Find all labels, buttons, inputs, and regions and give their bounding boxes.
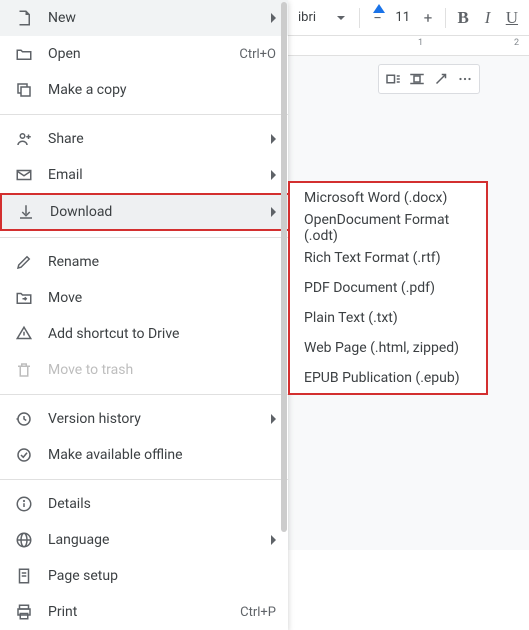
formatting-toolbar: ibri − 11 + B I U — [288, 0, 529, 36]
menu-label: Version history — [48, 411, 263, 427]
toolbar-separator — [445, 8, 446, 28]
trash-icon — [14, 360, 34, 380]
increase-font-button[interactable]: + — [417, 6, 439, 30]
menu-item-page-setup[interactable]: Page setup — [0, 558, 288, 594]
toolbar-separator — [359, 8, 360, 28]
submenu-arrow-icon — [271, 535, 276, 545]
menu-item-new[interactable]: New — [0, 0, 288, 36]
submenu-arrow-icon — [271, 207, 276, 217]
menu-item-add-shortcut[interactable]: Add shortcut to Drive — [0, 316, 288, 352]
menu-label: New — [48, 10, 263, 26]
menu-label: Page setup — [48, 568, 276, 584]
submenu-item-epub[interactable]: EPUB Publication (.epub) — [290, 363, 486, 393]
pencil-icon — [14, 252, 34, 272]
drive-shortcut-icon — [14, 324, 34, 344]
submenu-arrow-icon — [271, 170, 276, 180]
menu-item-download[interactable]: Download — [0, 193, 288, 231]
folder-open-icon — [14, 44, 34, 64]
submenu-label: Microsoft Word (.docx) — [304, 190, 447, 206]
image-options-toolbar — [378, 64, 480, 94]
submenu-item-html[interactable]: Web Page (.html, zipped) — [290, 333, 486, 363]
menu-item-details[interactable]: Details — [0, 486, 288, 522]
menu-item-open[interactable]: Open Ctrl+O — [0, 36, 288, 72]
submenu-label: OpenDocument Format (.odt) — [304, 212, 472, 244]
submenu-label: EPUB Publication (.epub) — [304, 370, 460, 386]
submenu-item-odt[interactable]: OpenDocument Format (.odt) — [290, 213, 486, 243]
menu-label: Add shortcut to Drive — [48, 326, 276, 342]
document-icon — [14, 8, 34, 28]
bold-button[interactable]: B — [452, 6, 474, 30]
submenu-label: Rich Text Format (.rtf) — [304, 250, 441, 266]
history-icon — [14, 409, 34, 429]
menu-item-make-copy[interactable]: Make a copy — [0, 72, 288, 108]
font-family-select[interactable]: ibri — [294, 10, 333, 25]
menu-item-email[interactable]: Email — [0, 157, 288, 193]
menu-shortcut: Ctrl+O — [239, 47, 276, 62]
submenu-label: Web Page (.html, zipped) — [304, 340, 459, 356]
font-size-input[interactable]: 11 — [391, 10, 415, 25]
menu-label: Print — [48, 604, 240, 620]
menu-label: Rename — [48, 254, 276, 270]
horizontal-ruler: 1 2 — [288, 36, 529, 56]
submenu-label: Plain Text (.txt) — [304, 310, 398, 326]
submenu-item-pdf[interactable]: PDF Document (.pdf) — [290, 273, 486, 303]
menu-label: Move — [48, 290, 276, 306]
menu-item-print[interactable]: Print Ctrl+P — [0, 594, 288, 630]
menu-label: Language — [48, 532, 263, 548]
mail-icon — [14, 165, 34, 185]
folder-move-icon — [14, 288, 34, 308]
download-icon — [16, 202, 36, 222]
info-icon — [14, 494, 34, 514]
offline-icon — [14, 445, 34, 465]
globe-icon — [14, 530, 34, 550]
ruler-tick: 2 — [514, 38, 519, 48]
menu-separator — [0, 479, 288, 480]
menu-label: Share — [48, 131, 263, 147]
copy-icon — [14, 80, 34, 100]
download-submenu: Microsoft Word (.docx) OpenDocument Form… — [288, 181, 488, 395]
menu-separator — [0, 394, 288, 395]
more-options-icon[interactable] — [453, 67, 477, 91]
menu-item-language[interactable]: Language — [0, 522, 288, 558]
menu-label: Make a copy — [48, 82, 276, 98]
menu-item-rename[interactable]: Rename — [0, 244, 288, 280]
submenu-arrow-icon — [271, 134, 276, 144]
wrap-text-icon[interactable] — [405, 67, 429, 91]
submenu-label: PDF Document (.pdf) — [304, 280, 435, 296]
submenu-item-docx[interactable]: Microsoft Word (.docx) — [290, 183, 486, 213]
menu-label: Move to trash — [48, 362, 276, 378]
page-icon — [14, 566, 34, 586]
underline-button[interactable]: U — [501, 6, 523, 30]
file-menu: New Open Ctrl+O Make a copy Share Email — [0, 0, 288, 630]
print-icon — [14, 602, 34, 622]
menu-item-move[interactable]: Move — [0, 280, 288, 316]
chevron-down-icon[interactable] — [337, 16, 345, 20]
menu-label: Open — [48, 46, 239, 62]
menu-shortcut: Ctrl+P — [240, 605, 276, 620]
indent-marker-icon[interactable] — [373, 4, 385, 13]
menu-item-share[interactable]: Share — [0, 121, 288, 157]
submenu-arrow-icon — [271, 13, 276, 23]
menu-label: Email — [48, 167, 263, 183]
break-text-icon[interactable] — [429, 67, 453, 91]
menu-label: Make available offline — [48, 447, 276, 463]
menu-label: Details — [48, 496, 276, 512]
submenu-item-txt[interactable]: Plain Text (.txt) — [290, 303, 486, 333]
menu-label: Download — [50, 204, 263, 220]
person-add-icon — [14, 129, 34, 149]
italic-button[interactable]: I — [476, 6, 498, 30]
menu-item-move-trash: Move to trash — [0, 352, 288, 388]
menu-separator — [0, 237, 288, 238]
menu-item-version-history[interactable]: Version history — [0, 401, 288, 437]
submenu-item-rtf[interactable]: Rich Text Format (.rtf) — [290, 243, 486, 273]
submenu-arrow-icon — [271, 414, 276, 424]
menu-scrollbar[interactable] — [281, 2, 287, 532]
menu-separator — [0, 114, 288, 115]
menu-item-offline[interactable]: Make available offline — [0, 437, 288, 473]
ruler-tick: 1 — [418, 38, 423, 48]
inline-image-icon[interactable] — [381, 67, 405, 91]
